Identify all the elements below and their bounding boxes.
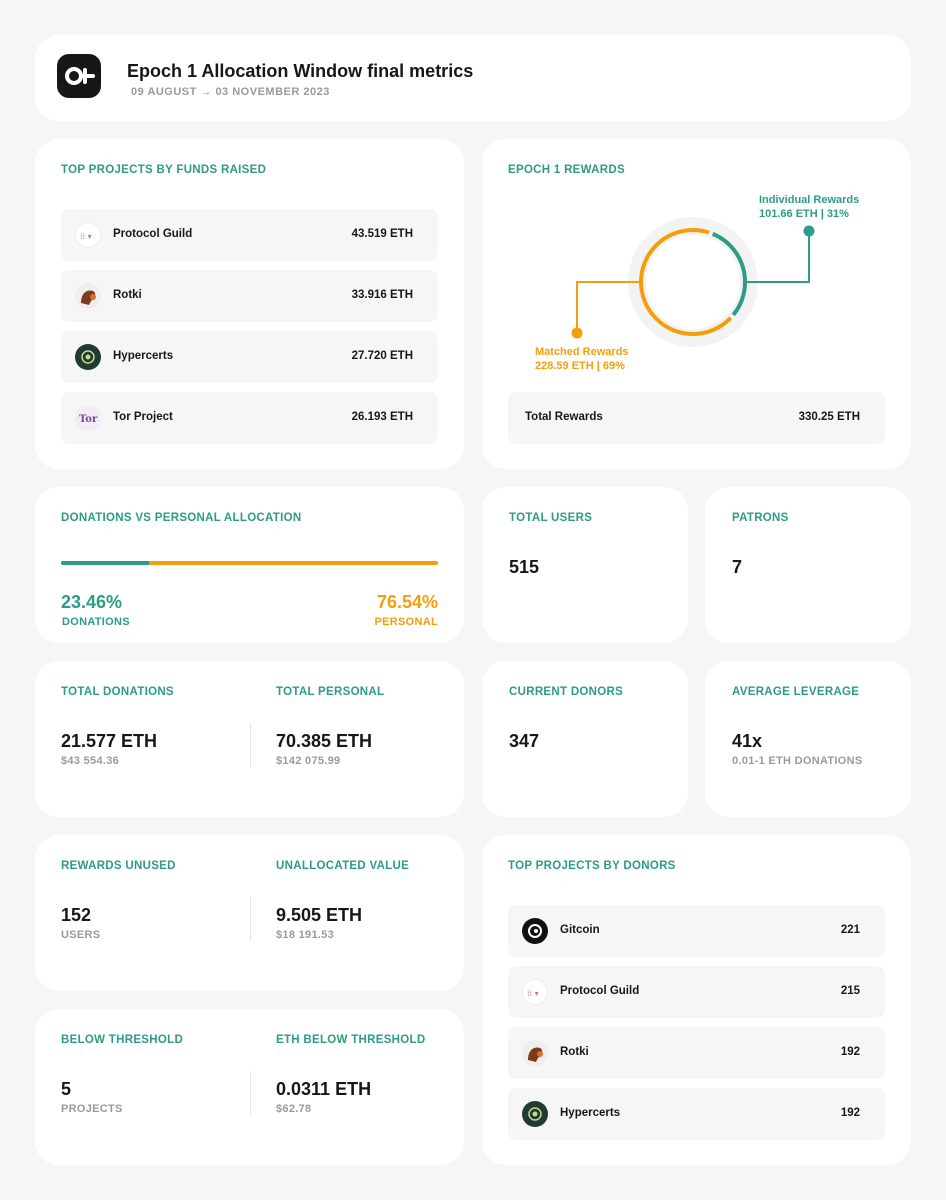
total-personal-value: 70.385 ETH (276, 731, 373, 751)
eth-below-threshold-label: ETH BELOW THRESHOLD (276, 1034, 426, 1046)
list-item[interactable]: ⁞⁞ ▾ Protocol Guild 215 (508, 966, 885, 1018)
total-donations-label: TOTAL DONATIONS (61, 686, 174, 698)
date-range: 09 AUGUST → 03 NOVEMBER 2023 (131, 86, 330, 98)
card-title: TOP PROJECTS BY DONORS (508, 860, 676, 872)
svg-text:Tor: Tor (79, 414, 98, 425)
individual-dot (803, 225, 815, 237)
rewards-unused-value: 152 (61, 905, 92, 925)
card-title: PATRONS (732, 512, 789, 524)
patrons-value: 7 (732, 557, 743, 577)
page-title: Epoch 1 Allocation Window final metrics (127, 61, 474, 81)
rewards-card: EPOCH 1 REWARDS Individual Rewards 101.6… (482, 139, 911, 469)
eth-below-threshold-value: 0.0311 ETH (276, 1079, 372, 1099)
gitcoin-icon (522, 918, 548, 944)
svg-text:⁞⁞ ▾: ⁞⁞ ▾ (80, 232, 92, 241)
hypercerts-icon (522, 1101, 548, 1127)
project-name: Hypercerts (560, 1107, 621, 1119)
protocol-guild-icon: ⁞⁞ ▾ (522, 979, 548, 1005)
project-name: Protocol Guild (113, 228, 193, 240)
individual-rewards-value: 101.66 ETH | 31% (759, 208, 849, 220)
card-title: TOTAL USERS (509, 512, 593, 524)
project-name: Rotki (560, 1046, 589, 1058)
donations-label: DONATIONS (62, 616, 130, 628)
allocation-card: DONATIONS VS PERSONAL ALLOCATION 23.46% … (35, 487, 464, 643)
total-rewards-value: 330.25 ETH (798, 411, 860, 423)
current-donors-value: 347 (509, 731, 540, 751)
divider (250, 1071, 251, 1115)
project-value: 221 (840, 924, 860, 936)
list-item[interactable]: Rotki 192 (508, 1027, 885, 1079)
top-funds-card: TOP PROJECTS BY FUNDS RAISED ⁞⁞ ▾ Protoc… (35, 139, 464, 469)
project-name: Tor Project (113, 411, 173, 423)
individual-rewards-label: Individual Rewards (759, 194, 860, 206)
rewards-unused-sub: USERS (61, 929, 101, 941)
average-leverage-sub: 0.01-1 ETH DONATIONS (732, 755, 863, 767)
matched-dot (571, 327, 583, 339)
project-value: 192 (840, 1107, 860, 1119)
below-threshold-sub: PROJECTS (61, 1103, 123, 1115)
project-value: 192 (840, 1046, 860, 1058)
list-item[interactable]: Gitcoin 221 (508, 905, 885, 957)
card-title: CURRENT DONORS (509, 686, 624, 698)
hypercerts-icon (75, 344, 101, 370)
card-title: TOP PROJECTS BY FUNDS RAISED (61, 164, 267, 176)
total-users-card: TOTAL USERS 515 (482, 487, 688, 643)
unallocated-value: 9.505 ETH (276, 905, 363, 925)
list-item[interactable]: ⁞⁞ ▾ Protocol Guild 43.519 ETH (61, 209, 438, 261)
card-title: AVERAGE LEVERAGE (732, 686, 860, 698)
octant-logo (57, 54, 101, 98)
project-value: 215 (840, 985, 860, 997)
donations-fill (61, 561, 150, 565)
total-rewards-label: Total Rewards (525, 411, 603, 423)
project-name: Gitcoin (560, 924, 600, 936)
list-item[interactable]: Hypercerts 27.720 ETH (61, 331, 438, 383)
divider (250, 723, 251, 767)
list-item[interactable]: Rotki 33.916 ETH (61, 270, 438, 322)
rotki-icon (522, 1040, 548, 1066)
total-users-value: 515 (509, 557, 540, 577)
list-item[interactable]: Tor Tor Project 26.193 ETH (61, 392, 438, 444)
below-threshold-value: 5 (61, 1079, 72, 1099)
unallocated-usd: $18 191.53 (276, 929, 335, 941)
personal-label: PERSONAL (374, 616, 438, 628)
svg-text:⁞⁞ ▾: ⁞⁞ ▾ (527, 989, 539, 998)
rewards-unused-label: REWARDS UNUSED (61, 860, 176, 872)
total-donations-usd: $43 554.36 (61, 755, 120, 767)
list-item[interactable]: Hypercerts 192 (508, 1088, 885, 1140)
project-name: Hypercerts (113, 350, 174, 362)
total-personal-usd: $142 075.99 (276, 755, 341, 767)
project-name: Protocol Guild (560, 985, 640, 997)
average-leverage-card: AVERAGE LEVERAGE 41x 0.01-1 ETH DONATION… (705, 661, 911, 817)
current-donors-card: CURRENT DONORS 347 (482, 661, 688, 817)
project-value: 27.720 ETH (351, 350, 413, 362)
allocation-bar (61, 561, 438, 565)
unused-card: REWARDS UNUSED 152 USERS UNALLOCATED VAL… (35, 835, 464, 991)
total-personal-label: TOTAL PERSONAL (276, 686, 385, 698)
rotki-icon (75, 283, 101, 309)
project-value: 33.916 ETH (351, 289, 413, 301)
tor-project-icon: Tor (75, 405, 101, 431)
top-donors-card: TOP PROJECTS BY DONORS Gitcoin 221 ⁞⁞ ▾ … (482, 835, 911, 1165)
threshold-card: BELOW THRESHOLD 5 PROJECTS ETH BELOW THR… (35, 1009, 464, 1165)
average-leverage-value: 41x (732, 731, 763, 751)
below-threshold-label: BELOW THRESHOLD (61, 1034, 184, 1046)
header-card: Epoch 1 Allocation Window final metrics … (35, 35, 911, 121)
personal-percent: 76.54% (376, 592, 438, 612)
card-title: DONATIONS VS PERSONAL ALLOCATION (61, 512, 302, 524)
patrons-card: PATRONS 7 (705, 487, 911, 643)
unallocated-label: UNALLOCATED VALUE (276, 860, 410, 872)
matched-rewards-label: Matched Rewards (535, 346, 629, 358)
project-name: Rotki (113, 289, 142, 301)
eth-below-threshold-usd: $62.78 (276, 1103, 312, 1115)
total-rewards-row: Total Rewards 330.25 ETH (508, 392, 885, 444)
donations-personal-card: TOTAL DONATIONS 21.577 ETH $43 554.36 TO… (35, 661, 464, 817)
protocol-guild-icon: ⁞⁞ ▾ (75, 222, 101, 248)
project-value: 43.519 ETH (351, 228, 413, 240)
donations-percent: 23.46% (61, 592, 123, 612)
divider (250, 897, 251, 941)
matched-rewards-value: 228.59 ETH | 69% (535, 360, 625, 372)
total-donations-value: 21.577 ETH (61, 731, 158, 751)
project-value: 26.193 ETH (351, 411, 413, 423)
